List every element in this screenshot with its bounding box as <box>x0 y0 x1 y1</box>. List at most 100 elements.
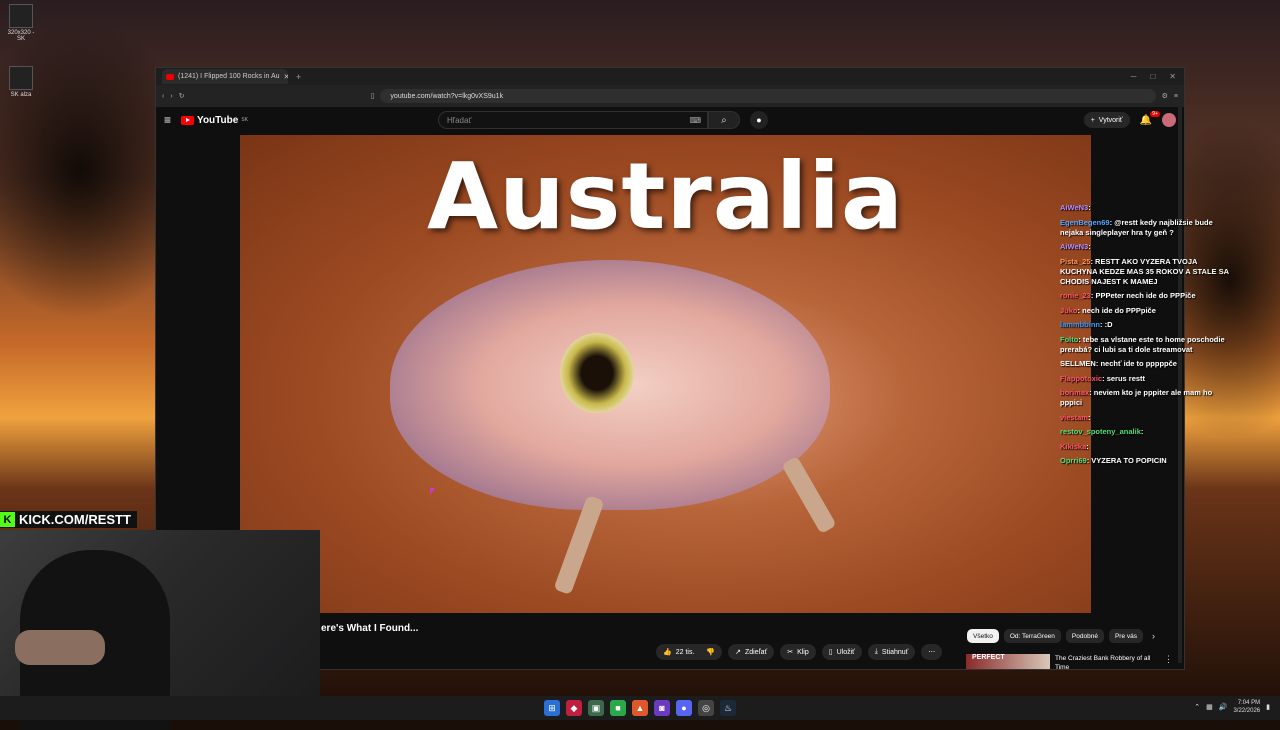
chat-text: serus restt <box>1106 373 1146 383</box>
brave-browser-icon[interactable]: ▲ <box>632 700 648 716</box>
chat-username: lammbbinn <box>1060 320 1101 329</box>
tab-youtube[interactable]: (1241) I Flipped 100 Rocks in Au ✕ <box>162 69 288 84</box>
mic-button[interactable]: ● <box>749 111 768 129</box>
chat-separator: : <box>1088 242 1091 251</box>
more-vert-icon[interactable]: ⋮ <box>1164 654 1173 669</box>
notifications-button[interactable]: 🔔 9+ <box>1140 110 1160 126</box>
chat-username: AiWeN3 <box>1060 203 1089 212</box>
close-window-icon[interactable]: ✕ <box>1169 72 1176 81</box>
notification-badge: 9+ <box>1150 110 1160 117</box>
back-icon[interactable]: ‹ <box>162 93 164 100</box>
chat-username: EgenBegen69 <box>1060 217 1110 227</box>
steam-app-icon[interactable]: ♨ <box>720 700 736 716</box>
system-tray: ⌃ ▦ 🔊 7:04 PM 3/22/2026 ▮ <box>1194 699 1270 715</box>
chat-text: VYZERA TO POPICIN <box>1091 456 1167 465</box>
clock[interactable]: 7:04 PM 3/22/2026 <box>1233 699 1260 715</box>
url-field[interactable]: youtube.com/watch?v=lkg0vXS9u1k <box>380 89 1156 103</box>
chip-all[interactable]: Všetko <box>967 629 999 643</box>
chat-username: borimax <box>1060 388 1090 397</box>
menu-icon[interactable]: ≡ <box>1174 93 1178 100</box>
video-heading: ere's What I Found... <box>321 623 419 634</box>
clip-button[interactable]: ✂ Klip <box>780 644 816 660</box>
streamer-hands <box>15 630 105 665</box>
desktop-icon-1[interactable]: 320x320 - SK <box>6 4 36 42</box>
chat-message: Folto: tebe sa vlstane este to home posc… <box>1060 335 1230 355</box>
extensions-icon[interactable]: ⚙ <box>1162 92 1168 100</box>
chat-username: Folto <box>1060 334 1079 344</box>
taskbar-apps: ⊞ ◆ ▣ ■ ▲ ◙ ● ◎ ♨ <box>544 700 736 716</box>
green-app-icon[interactable]: ■ <box>610 700 626 716</box>
twitch-app-icon[interactable]: ◙ <box>654 700 670 716</box>
tab-bar: (1241) I Flipped 100 Rocks in Au ✕ + ─ □… <box>156 68 1184 85</box>
scissors-icon: ✂ <box>787 649 794 656</box>
window-controls: ─ □ ✕ <box>1131 72 1184 81</box>
chip-for-you[interactable]: Pre vás <box>1108 629 1143 643</box>
close-tab-icon[interactable]: ✕ <box>284 73 288 81</box>
chat-username: viestam <box>1060 412 1088 422</box>
taskbar: ⊞ ◆ ▣ ■ ▲ ◙ ● ◎ ♨ ⌃ ▦ 🔊 7:04 PM 3/22/202… <box>0 696 1280 720</box>
chat-message: Flappotoxic: serus restt <box>1060 374 1230 384</box>
save-button[interactable]: ▯ Uložiť <box>821 644 862 660</box>
mouse-cursor-icon <box>430 488 435 495</box>
webcam-overlay <box>0 530 320 730</box>
search-button[interactable]: ⌕ <box>707 111 740 129</box>
youtube-logo[interactable]: YouTube SK <box>181 115 248 126</box>
chat-username: Oprri69 <box>1060 456 1087 465</box>
chip-from-channel[interactable]: Od: TerraGreen <box>1003 629 1061 643</box>
chat-message: Juko: nech ide do PPPpiče <box>1060 306 1230 316</box>
chat-text: nechť ide to pppppče <box>1100 359 1177 368</box>
thumbs-down-icon[interactable]: 👎 <box>706 648 715 656</box>
discord-app-icon[interactable]: ● <box>676 700 692 716</box>
start-icon[interactable]: ⊞ <box>544 700 560 716</box>
app-icon <box>9 4 33 28</box>
chat-text: tebe sa vlstane este to home poschodie p… <box>1060 334 1225 354</box>
chat-message: AiWeN3: <box>1060 203 1230 213</box>
obs-app-icon[interactable]: ◎ <box>698 700 714 716</box>
new-tab-icon[interactable]: + <box>296 72 301 82</box>
chat-username: restov_spoteny_analik <box>1060 427 1141 436</box>
like-button[interactable]: 👍 22 tis. 👎 <box>656 644 723 660</box>
recommended-video[interactable]: PERFECT The Craziest Bank Robbery of all… <box>966 654 1173 669</box>
chat-message: EgenBegen69: @restt kedy najbližsie bude… <box>1060 218 1230 238</box>
youtube-header: ≡ YouTube SK Hľadať ⌨ ⌕ ● + Vytvoriť 🔔 9… <box>156 107 1184 133</box>
share-button[interactable]: ↗ Zdieľať <box>728 644 775 660</box>
xbox-app-icon[interactable]: ▣ <box>588 700 604 716</box>
chevron-right-icon[interactable]: › <box>1152 629 1155 643</box>
maps-app-icon[interactable]: ◆ <box>566 700 582 716</box>
keyboard-icon[interactable]: ⌨ <box>689 116 701 125</box>
forward-icon[interactable]: › <box>170 93 172 100</box>
search-input[interactable]: Hľadať ⌨ <box>437 111 708 129</box>
stream-chat-overlay: AiWeN3: EgenBegen69: @restt kedy najbliž… <box>1060 203 1230 471</box>
video-frame-lizard-leg <box>553 494 605 596</box>
address-bar: ‹ › ↻ ▯ youtube.com/watch?v=lkg0vXS9u1k … <box>156 85 1184 107</box>
share-icon: ↗ <box>735 649 741 656</box>
chat-separator: : <box>1087 412 1091 422</box>
youtube-play-icon <box>181 115 195 125</box>
youtube-favicon-icon <box>166 73 174 80</box>
hamburger-menu-icon[interactable]: ≡ <box>164 113 171 127</box>
volume-icon[interactable]: 🔊 <box>1219 703 1228 711</box>
more-actions-button[interactable]: ⋯ <box>921 644 943 660</box>
maximize-icon[interactable]: □ <box>1150 72 1155 81</box>
bookmark-icon[interactable]: ▯ <box>371 92 375 100</box>
chat-message: ronie_23: PPPeter nech ide do PPPiče <box>1060 291 1230 301</box>
video-overlay-title: Australia <box>426 143 905 250</box>
save-icon: ▯ <box>828 649 833 656</box>
network-icon[interactable]: ▦ <box>1206 703 1213 711</box>
chat-username: Juko <box>1060 305 1078 315</box>
chat-username: AiWeN3 <box>1060 242 1089 251</box>
chip-related[interactable]: Podobné <box>1065 629 1104 643</box>
chevron-up-icon[interactable]: ⌃ <box>1194 703 1200 711</box>
avatar[interactable] <box>1162 113 1176 127</box>
video-player[interactable]: Australia <box>240 135 1091 613</box>
mic-icon: ● <box>756 115 762 125</box>
download-button[interactable]: ⤓ Stiahnuť <box>867 644 916 660</box>
minimize-icon[interactable]: ─ <box>1131 72 1137 81</box>
desktop-icon-2[interactable]: SK alza <box>6 66 36 98</box>
kick-banner: K KICK.COM/RESTT <box>0 511 137 528</box>
chat-message: viestam: <box>1060 413 1230 423</box>
reload-icon[interactable]: ↻ <box>179 92 185 100</box>
notification-center-icon[interactable]: ▮ <box>1266 703 1270 711</box>
create-button[interactable]: + Vytvoriť <box>1083 112 1130 128</box>
chat-username: Kikiska <box>1060 441 1087 451</box>
